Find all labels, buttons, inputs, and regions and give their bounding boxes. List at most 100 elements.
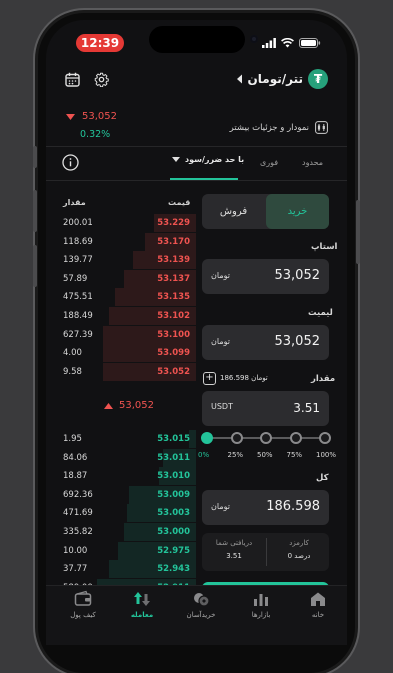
nav-markets[interactable]: بازارها bbox=[236, 590, 286, 619]
bid-row[interactable]: 10.00 52.975 bbox=[46, 541, 196, 560]
nav-markets-label: بازارها bbox=[251, 611, 271, 619]
ob-qty: 188.49 bbox=[63, 311, 93, 321]
total-field[interactable]: تومان 186.598 bbox=[202, 490, 329, 525]
phone-volume-up bbox=[33, 190, 37, 232]
bid-row[interactable]: 335.82 53.000 bbox=[46, 523, 196, 541]
buy-button[interactable]: خرید bbox=[266, 194, 329, 229]
calendar-icon bbox=[65, 72, 80, 87]
ob-qty: 139.77 bbox=[63, 255, 93, 266]
calendar-button[interactable] bbox=[65, 72, 80, 91]
stop-price-field[interactable]: تومان 53,052 bbox=[202, 259, 329, 294]
ob-price: 53.170 bbox=[157, 236, 190, 247]
fee-value: 0 درصد bbox=[287, 552, 311, 560]
ob-price: 52.975 bbox=[157, 545, 190, 556]
ob-qty: 692.36 bbox=[63, 489, 93, 500]
fee-summary: کارمزد 0 درصد دریافتی شما 3.51 bbox=[202, 533, 329, 571]
slider-step[interactable] bbox=[319, 432, 331, 444]
tab-stop[interactable]: با حد ضرر/سود bbox=[172, 155, 244, 164]
slider-step[interactable] bbox=[289, 432, 302, 444]
ob-price: 53.011 bbox=[157, 452, 190, 463]
total-unit: تومان bbox=[211, 502, 230, 511]
tab-limit[interactable]: محدود bbox=[302, 158, 323, 167]
slider-step[interactable] bbox=[201, 432, 213, 444]
ask-row[interactable]: 9.58 53.052 bbox=[46, 362, 196, 381]
phone-power-button bbox=[356, 200, 360, 264]
bar-chart-icon bbox=[254, 594, 268, 606]
slider-mark-label: 0% bbox=[198, 451, 210, 459]
nav-easy-buy-label: خریدآسان bbox=[186, 611, 216, 619]
limit-price-field[interactable]: تومان 53,052 bbox=[202, 325, 329, 360]
ob-price: 53.099 bbox=[157, 348, 190, 359]
settings-button[interactable] bbox=[94, 72, 109, 91]
ob-price: 53.102 bbox=[157, 311, 190, 321]
plus-icon: + bbox=[205, 372, 214, 383]
nav-home[interactable]: خانه bbox=[293, 590, 343, 619]
amount-label: مقدار bbox=[311, 374, 336, 384]
header-divider bbox=[46, 146, 347, 147]
ob-price: 53.010 bbox=[157, 471, 190, 482]
gear-icon bbox=[94, 72, 109, 88]
slider-step[interactable] bbox=[230, 432, 243, 444]
pair-selector[interactable]: تتر/تومان ₮ bbox=[236, 69, 328, 89]
nav-trade-label: معامله bbox=[130, 611, 154, 619]
price-ticker: 53,052 bbox=[66, 111, 117, 122]
ask-row[interactable]: 200.01 53.229 bbox=[46, 214, 196, 232]
bid-row[interactable]: 692.36 53.009 bbox=[46, 485, 196, 504]
ob-qty: 57.89 bbox=[63, 273, 88, 284]
triangle-up-icon bbox=[104, 402, 113, 409]
wallet-icon bbox=[74, 590, 92, 606]
tabs-divider bbox=[46, 180, 347, 181]
ask-row[interactable]: 139.77 53.139 bbox=[46, 251, 196, 270]
slider-mark-label: 75% bbox=[286, 451, 303, 459]
ob-qty: 84.06 bbox=[63, 452, 88, 463]
ob-price-header: قیمت bbox=[168, 198, 191, 207]
bid-row[interactable]: 37.77 52.943 bbox=[46, 560, 196, 579]
price-down-icon bbox=[66, 113, 75, 120]
ask-row[interactable]: 57.89 53.137 bbox=[46, 269, 196, 288]
tab-stop-label: با حد ضرر/سود bbox=[185, 155, 245, 164]
ask-row[interactable]: 188.49 53.102 bbox=[46, 307, 196, 325]
ob-price: 53.003 bbox=[157, 508, 190, 519]
amount-value: 3.51 bbox=[293, 401, 320, 415]
ob-price: 53.052 bbox=[157, 366, 190, 377]
ob-price: 53.229 bbox=[157, 218, 190, 228]
slider-mark-label: 50% bbox=[257, 451, 273, 459]
phone-action-button bbox=[33, 146, 37, 168]
ob-qty: 10.00 bbox=[63, 545, 88, 556]
nav-trade[interactable]: معامله bbox=[117, 590, 167, 619]
ob-price: 53.015 bbox=[157, 434, 190, 444]
chart-link[interactable]: نمودار و جزئیات بیشتر bbox=[230, 121, 328, 134]
amount-field[interactable]: USDT 3.51 bbox=[202, 391, 329, 426]
ob-mid-price: 53,052 bbox=[104, 400, 154, 411]
nav-easy-buy[interactable]: خریدآسان bbox=[176, 590, 226, 619]
sell-button[interactable]: فروش bbox=[202, 194, 265, 229]
bid-row[interactable]: 471.69 53.003 bbox=[46, 504, 196, 523]
tab-market[interactable]: فوری bbox=[260, 158, 278, 167]
candlestick-chart-icon bbox=[315, 121, 328, 134]
pair-title: تتر/تومان bbox=[247, 72, 303, 86]
add-funds-button[interactable]: + bbox=[203, 372, 216, 385]
bid-row[interactable]: 1.95 53.015 bbox=[46, 430, 196, 448]
total-label: کل bbox=[316, 473, 329, 483]
slider-mark-label: 100% bbox=[316, 451, 337, 459]
stop-unit: تومان bbox=[211, 271, 230, 280]
ask-row[interactable]: 4.00 53.099 bbox=[46, 344, 196, 363]
bid-row[interactable]: 18.87 53.010 bbox=[46, 467, 196, 486]
ask-row[interactable]: 118.69 53.170 bbox=[46, 232, 196, 251]
ob-price: 53.139 bbox=[157, 255, 190, 266]
app-screen: 12:39 تتر/تومان ₮ 53,052 0.32% نمودار و … bbox=[46, 20, 347, 645]
slider-step[interactable] bbox=[260, 432, 272, 444]
available-balance: 186.598 تومان bbox=[220, 374, 268, 382]
receive-label: دریافتی شما bbox=[215, 539, 253, 547]
chart-link-label: نمودار و جزئیات بیشتر bbox=[229, 122, 309, 133]
nav-wallet[interactable]: کیف پول bbox=[58, 590, 108, 619]
bid-row[interactable]: 84.06 53.011 bbox=[46, 448, 196, 467]
signal-icon bbox=[262, 38, 276, 48]
ob-qty: 475.51 bbox=[63, 292, 93, 303]
ob-qty: 627.39 bbox=[63, 329, 93, 340]
info-button[interactable] bbox=[62, 154, 79, 175]
chevron-down-icon bbox=[172, 157, 180, 162]
last-price: 53,052 bbox=[82, 111, 117, 122]
ask-row[interactable]: 475.51 53.135 bbox=[46, 288, 196, 307]
ask-row[interactable]: 627.39 53.100 bbox=[46, 325, 196, 344]
